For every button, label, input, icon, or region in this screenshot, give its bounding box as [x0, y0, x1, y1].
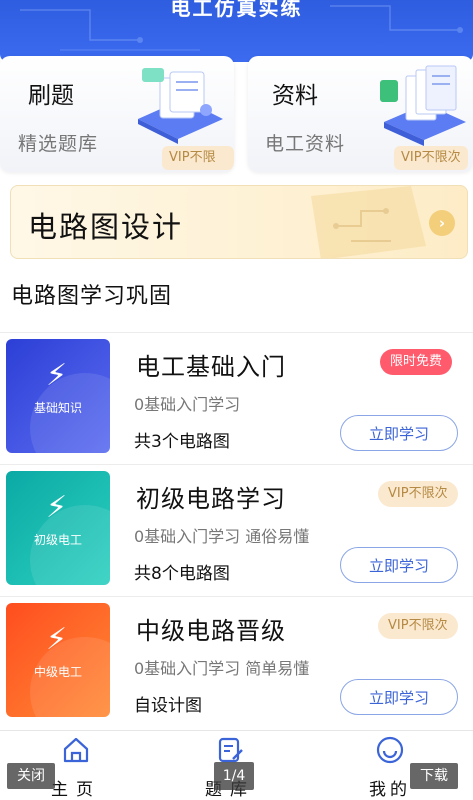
list-item[interactable]: ⚡ 基础知识 电工基础入门 限时免费 0基础入门学习 共3个电路图 立即学习 — [0, 332, 473, 464]
card-title: 刷题 — [28, 83, 74, 109]
vip-badge: VIP不限次 — [394, 146, 468, 170]
chevron-right-icon[interactable]: › — [429, 210, 455, 236]
home-icon — [63, 737, 89, 763]
course-description: 0基础入门学习 简单易懂 — [134, 659, 310, 678]
close-button[interactable]: 关闭 — [7, 763, 55, 789]
vip-badge: VIP不限次 — [378, 481, 458, 507]
materials-illustration-icon — [380, 65, 466, 146]
page-title: 电工仿真实练 — [170, 0, 303, 20]
course-thumbnail: ⚡ 基础知识 — [6, 339, 110, 453]
card-subtitle: 精选题库 — [18, 133, 99, 155]
course-title: 初级电路学习 — [136, 485, 286, 513]
user-icon — [376, 736, 404, 764]
circuit-design-banner[interactable]: 电路图设计 › — [10, 185, 468, 259]
course-count: 自设计图 — [134, 696, 202, 716]
course-title: 电工基础入门 — [136, 353, 286, 381]
card-title: 资料 — [272, 83, 318, 109]
section-title: 电路图学习巩固 — [11, 284, 173, 309]
status-badge: 限时免费 — [380, 349, 453, 375]
thumbnail-label: 初级电工 — [33, 533, 82, 547]
study-now-button[interactable]: 立即学习 — [340, 547, 458, 583]
study-now-button[interactable]: 立即学习 — [340, 415, 458, 451]
study-now-button[interactable]: 立即学习 — [340, 679, 458, 715]
course-thumbnail: ⚡ 中级电工 — [6, 603, 110, 717]
thumbnail-label: 基础知识 — [33, 401, 82, 415]
question-bank-illustration-icon — [138, 68, 223, 144]
vip-badge: VIP不限次 — [162, 146, 234, 170]
lightning-icon: ⚡ — [46, 358, 68, 393]
page-indicator: 1/4 — [214, 762, 254, 790]
course-title: 中级电路晋级 — [136, 617, 286, 645]
course-count: 共3个电路图 — [134, 432, 230, 452]
card-question-bank[interactable]: 刷题 精选题库 VIP不限次 — [0, 56, 234, 172]
download-button[interactable]: 下载 — [410, 763, 458, 789]
banner-title: 电路图设计 — [28, 210, 184, 244]
circuit-board-icon — [311, 186, 426, 258]
lightning-icon: ⚡ — [46, 490, 68, 525]
thumbnail-label: 中级电工 — [33, 665, 82, 679]
lightning-icon: ⚡ — [46, 622, 68, 657]
card-materials[interactable]: 资料 电工资料 VIP不限次 — [248, 56, 473, 172]
edit-icon — [218, 737, 243, 763]
card-subtitle: 电工资料 — [265, 133, 346, 155]
app-header: 电工仿真实练 — [0, 0, 473, 62]
vip-badge: VIP不限次 — [378, 613, 458, 639]
course-description: 0基础入门学习 通俗易懂 — [134, 527, 310, 546]
course-list: ⚡ 基础知识 电工基础入门 限时免费 0基础入门学习 共3个电路图 立即学习 ⚡… — [0, 332, 473, 728]
course-thumbnail: ⚡ 初级电工 — [6, 471, 110, 585]
list-item[interactable]: ⚡ 中级电工 中级电路晋级 VIP不限次 0基础入门学习 简单易懂 自设计图 立… — [0, 596, 473, 728]
course-description: 0基础入门学习 — [134, 395, 241, 414]
course-count: 共8个电路图 — [134, 564, 230, 584]
list-item[interactable]: ⚡ 初级电工 初级电路学习 VIP不限次 0基础入门学习 通俗易懂 共8个电路图… — [0, 464, 473, 596]
